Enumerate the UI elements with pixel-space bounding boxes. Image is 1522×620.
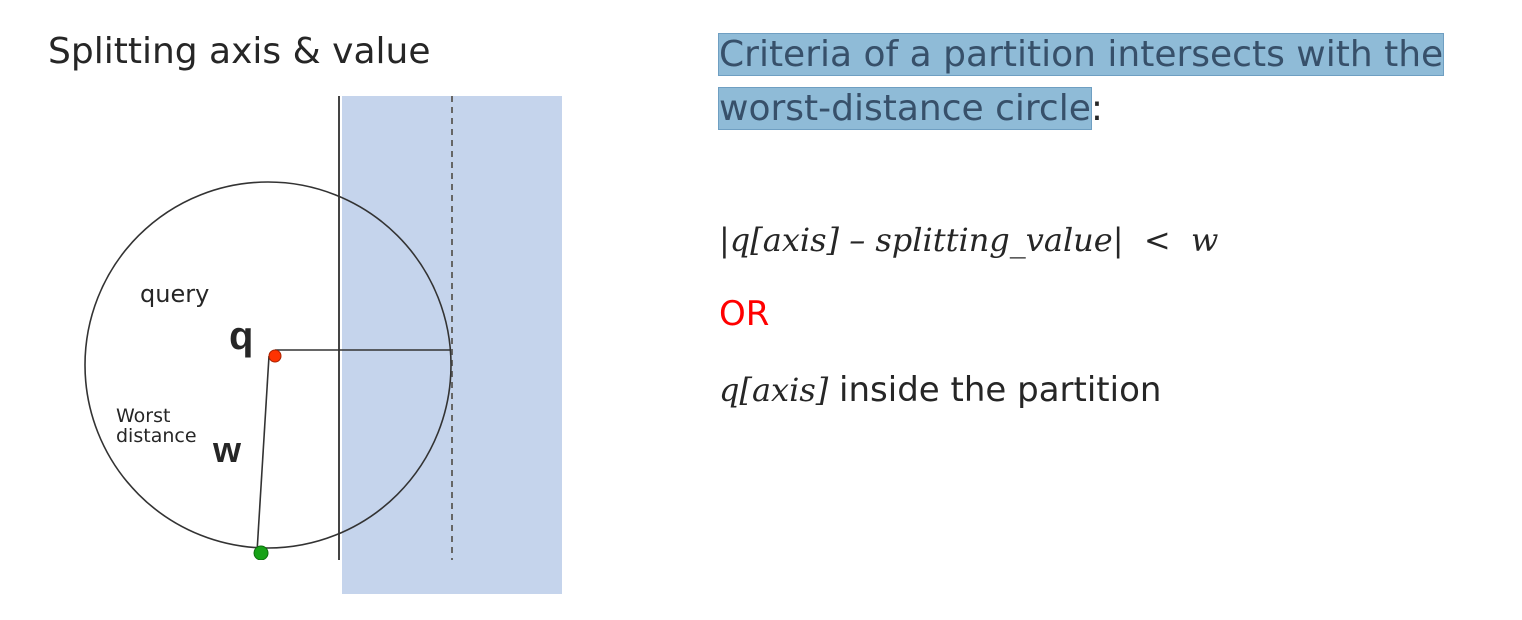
w-label: w bbox=[212, 429, 242, 470]
query-point bbox=[268, 349, 282, 363]
criteria-colon: : bbox=[1090, 88, 1104, 129]
worst-point bbox=[253, 545, 269, 561]
criteria-heading: Criteria of a partition intersects with … bbox=[717, 28, 1479, 136]
query-label: query bbox=[140, 280, 209, 308]
or-label: OR bbox=[719, 294, 770, 334]
worst-label-line2: distance bbox=[116, 425, 197, 447]
distance-formula: |q[axis] – splitting_value| < w bbox=[719, 221, 1219, 259]
diagram-bottom-mask bbox=[60, 560, 340, 620]
worst-label-line1: Worst bbox=[116, 405, 170, 427]
worst-distance-line bbox=[256, 355, 270, 553]
criteria-highlight-line2: worst-distance circle bbox=[718, 87, 1092, 130]
criteria-highlight-line1: Criteria of a partition intersects with … bbox=[717, 33, 1445, 76]
q-label: q bbox=[229, 314, 253, 358]
inside-text: inside the partition bbox=[839, 370, 1162, 410]
inside-math: q[axis] bbox=[719, 371, 829, 409]
diagram-right-mask bbox=[562, 80, 602, 620]
inside-partition-row: q[axis] inside the partition bbox=[719, 368, 1161, 412]
